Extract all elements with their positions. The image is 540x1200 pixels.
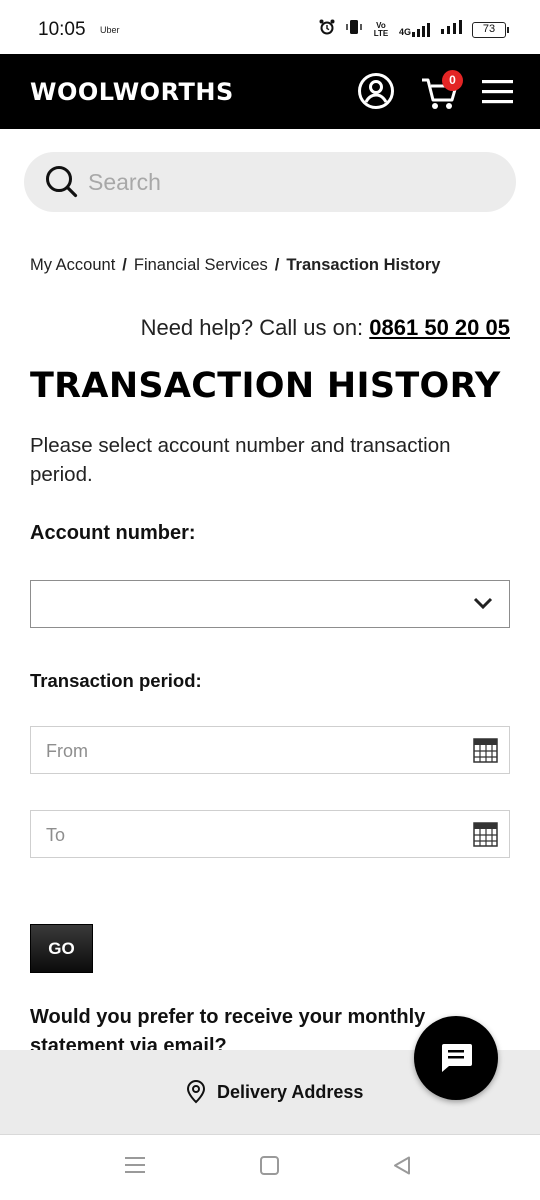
vibrate-icon — [345, 18, 363, 41]
search-bar[interactable] — [24, 152, 516, 212]
breadcrumb: My Account / Financial Services / Transactio… — [30, 256, 440, 275]
go-button[interactable]: GO — [30, 924, 93, 973]
transaction-period-label: Transaction period: — [30, 670, 202, 691]
back-button[interactable] — [393, 1156, 411, 1180]
search-icon[interactable] — [44, 164, 80, 200]
account-button[interactable] — [357, 72, 395, 115]
breadcrumb-separator: / — [274, 256, 280, 274]
breadcrumb-transaction-history: Transaction History — [286, 256, 441, 274]
status-icons: Vo LTE 4G 73 — [318, 18, 509, 41]
cart-button[interactable]: 0 — [420, 70, 463, 117]
intro-text: Please select account number and transac… — [30, 434, 451, 486]
delivery-address-button[interactable]: Delivery Address — [186, 1080, 363, 1104]
site-header: WOOLWORTHS 0 — [0, 54, 540, 129]
network-type-label: 4G — [398, 26, 411, 37]
breadcrumb-separator: / — [122, 256, 127, 274]
battery-icon: 73 — [472, 21, 509, 38]
menu-button[interactable] — [482, 80, 513, 109]
to-date-input[interactable] — [46, 822, 446, 848]
location-pin-icon — [186, 1080, 206, 1104]
recent-apps-icon — [125, 1157, 145, 1173]
account-number-label: Account number: — [30, 522, 196, 544]
help-text: Need help? Call us on: — [140, 315, 364, 340]
hamburger-menu-icon — [482, 80, 513, 104]
woolworths-logo[interactable]: WOOLWORTHS — [30, 78, 234, 106]
to-date-field[interactable] — [30, 810, 510, 858]
search-input[interactable] — [88, 162, 488, 202]
page-title: TRANSACTION HISTORY — [30, 366, 501, 406]
calendar-icon[interactable] — [473, 822, 498, 847]
system-nav-bar — [0, 1136, 540, 1200]
back-icon — [394, 1156, 410, 1175]
account-number-select[interactable] — [30, 580, 510, 628]
signal-4g-icon: 4G — [398, 22, 432, 37]
recent-apps-button[interactable] — [125, 1156, 145, 1179]
alarm-icon — [318, 18, 336, 41]
status-app-notification: Uber — [100, 25, 120, 35]
help-phone-link[interactable]: 0861 50 20 05 — [369, 315, 510, 340]
status-bar: 10:05 Uber Vo LTE 4G 73 — [0, 0, 540, 54]
from-date-field[interactable] — [30, 726, 510, 774]
home-icon — [260, 1156, 279, 1175]
breadcrumb-financial-services[interactable]: Financial Services — [134, 256, 268, 274]
status-time: 10:05 — [38, 19, 86, 40]
signal-icon — [441, 20, 463, 39]
from-date-input[interactable] — [46, 738, 446, 764]
delivery-address-label: Delivery Address — [217, 1081, 364, 1102]
cart-count-badge: 0 — [442, 70, 463, 91]
help-line: Need help? Call us on: 0861 50 20 05 — [141, 315, 510, 341]
chat-icon — [442, 1044, 472, 1072]
volte-icon: Vo LTE — [373, 20, 389, 38]
chevron-down-icon — [473, 597, 493, 610]
calendar-icon[interactable] — [473, 738, 498, 763]
breadcrumb-my-account[interactable]: My Account — [30, 256, 115, 274]
chat-button[interactable] — [414, 1016, 498, 1100]
account-icon — [358, 73, 394, 109]
home-button[interactable] — [260, 1156, 279, 1180]
